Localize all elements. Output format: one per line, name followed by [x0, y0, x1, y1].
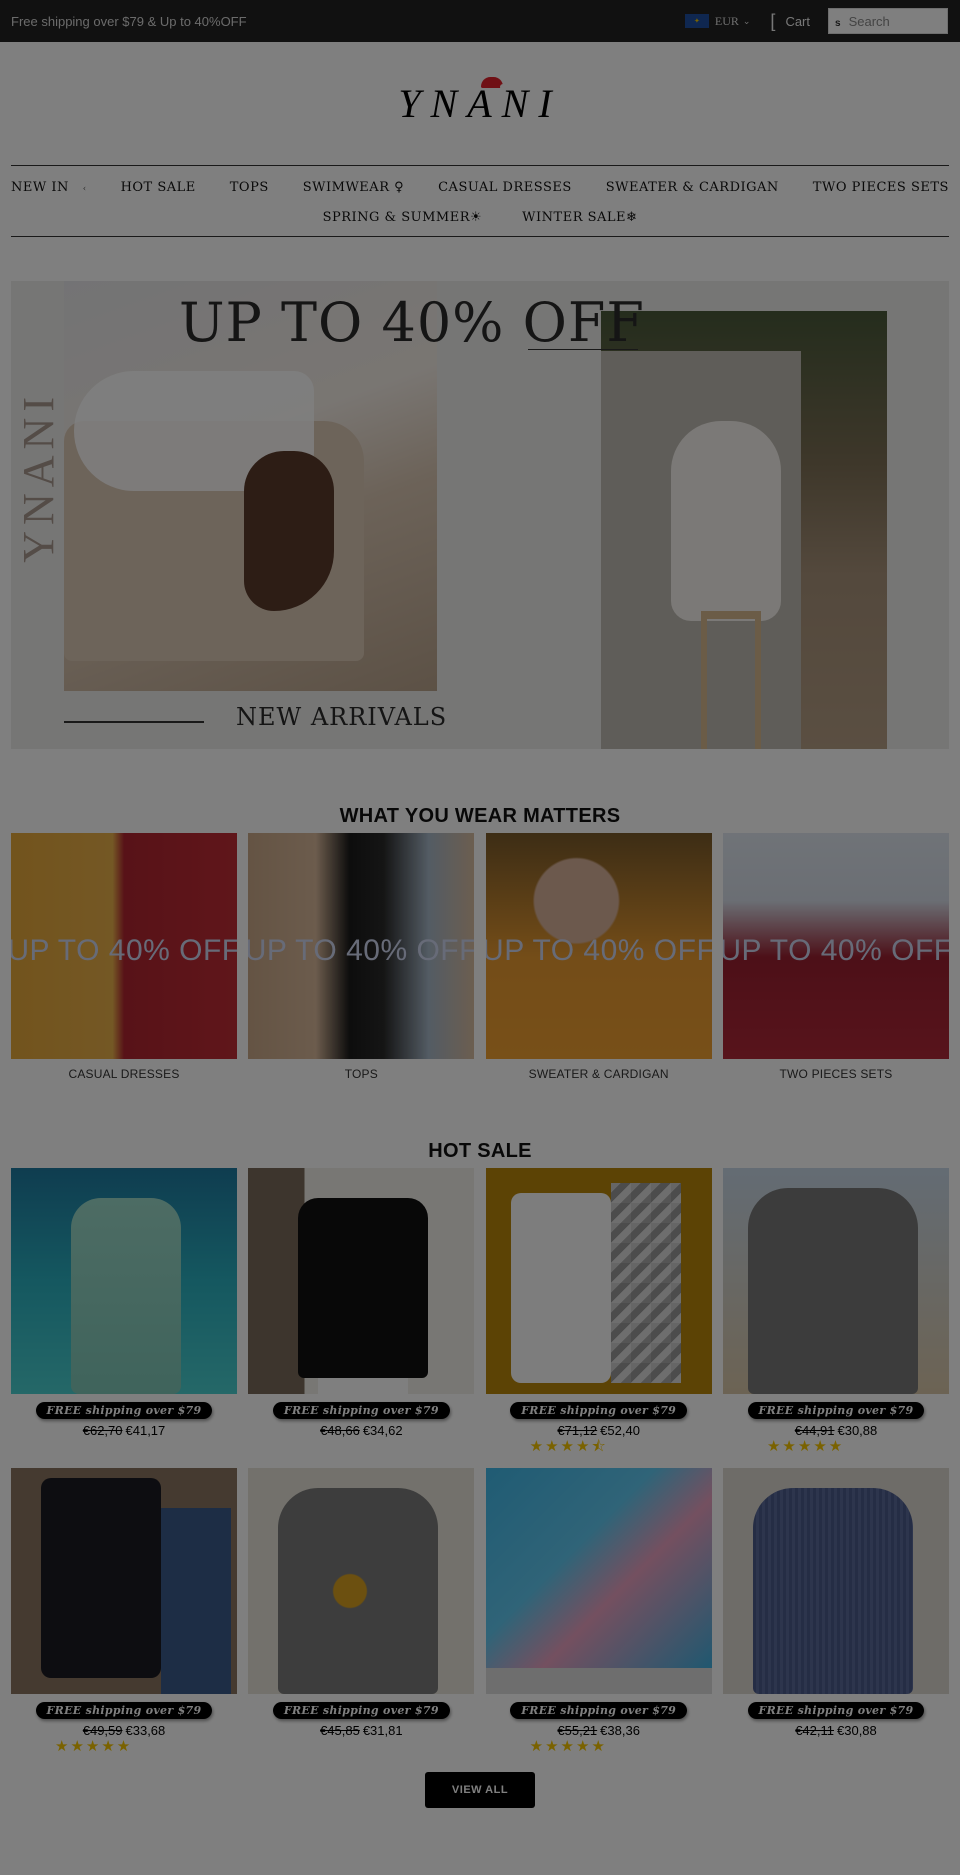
modal-backdrop-overlay[interactable]	[0, 0, 960, 1875]
